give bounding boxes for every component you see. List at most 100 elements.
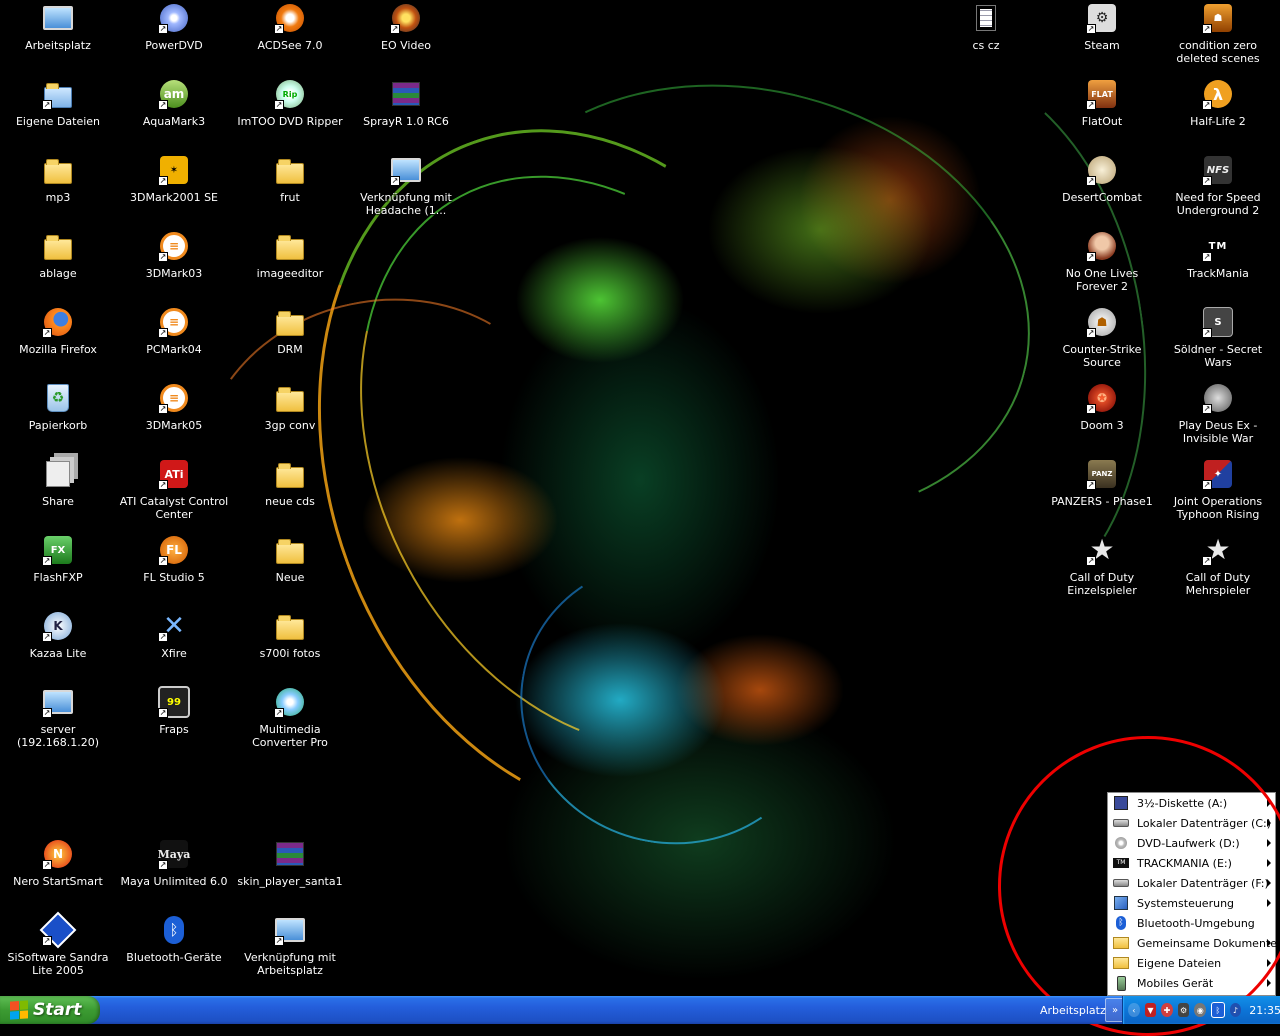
desktop-icon-flashfxp[interactable]: FX ↗ FlashFXP <box>0 534 116 584</box>
desktop-icon-nolf2[interactable]: ↗ No One Lives Forever 2 <box>1044 230 1160 293</box>
computer-shortcut-icon: ↗ <box>390 154 422 186</box>
desktop-icon-eigene-dateien[interactable]: ↗ Eigene Dateien <box>0 78 116 128</box>
desktop-icon-verknuepfung-arbeitsplatz[interactable]: ↗ Verknüpfung mit Arbeitsplatz <box>232 914 348 977</box>
volume-icon[interactable]: ♪ <box>1229 1003 1242 1017</box>
desktop-icon-drm[interactable]: DRM <box>232 306 348 356</box>
documents-folder-icon: ↗ <box>42 78 74 110</box>
desktop-icon-bluetooth-geraete[interactable]: ᛒ Bluetooth-Geräte <box>116 914 232 964</box>
desktop-icon-sprayr[interactable]: SprayR 1.0 RC6 <box>348 78 464 128</box>
desktop-icon-fl-studio[interactable]: FL ↗ FL Studio 5 <box>116 534 232 584</box>
menu-item-gemeinsame-dokumente[interactable]: Gemeinsame Dokumente <box>1108 933 1277 953</box>
desktop-icon-ablage[interactable]: ablage <box>0 230 116 280</box>
desktop-icon-nfs-underground-2[interactable]: NFS ↗ Need for Speed Underground 2 <box>1160 154 1276 217</box>
menu-item-trackmania-e[interactable]: TM TRACKMANIA (E:) <box>1108 853 1275 873</box>
desktop-icon-3gp-conv[interactable]: 3gp conv <box>232 382 348 432</box>
desktop-icon-joint-operations[interactable]: ✦ ↗ Joint Operations Typhoon Rising <box>1160 458 1276 521</box>
submenu-arrow-icon <box>1267 959 1271 967</box>
desktop-icon-deus-ex[interactable]: ↗ Play Deus Ex - Invisible War <box>1160 382 1276 445</box>
desktop-icon-fraps[interactable]: 99 ↗ Fraps <box>116 686 232 736</box>
winrar-icon <box>274 838 306 870</box>
steam-tray-icon[interactable]: ⚙ <box>1177 1003 1190 1017</box>
desktop-icon-3dmark05[interactable]: ≡ ↗ 3DMark05 <box>116 382 232 432</box>
desktop-icon-3dmark03[interactable]: ≡ ↗ 3DMark03 <box>116 230 232 280</box>
folder-icon <box>42 230 74 262</box>
bluetooth-icon: ᛒ <box>1113 916 1129 930</box>
desktop-icon-nero[interactable]: N ↗ Nero StartSmart <box>0 838 116 888</box>
desktop-icon-neue-cds[interactable]: neue cds <box>232 458 348 508</box>
clock[interactable]: 21:35 <box>1249 1004 1280 1017</box>
desktop-icon-cs-cz[interactable]: cs cz <box>928 2 1044 52</box>
desktop-icon-share[interactable]: Share <box>0 458 116 508</box>
desktop-icon-verknuepfung-headache[interactable]: ↗ Verknüpfung mit Headache (1... <box>348 154 464 217</box>
desktop-icon-skin-player[interactable]: skin_player_santa1 <box>232 838 348 888</box>
counter-strike-icon: ☗ ↗ <box>1202 2 1234 34</box>
firefox-icon: ↗ <box>42 306 74 338</box>
menu-item-mobiles-geraet[interactable]: Mobiles Gerät <box>1108 973 1275 993</box>
desktop-icon-pcmark04[interactable]: ≡ ↗ PCMark04 <box>116 306 232 356</box>
desktop-icon-arbeitsplatz[interactable]: Arbeitsplatz <box>0 2 116 52</box>
desktop-icon-ati-catalyst[interactable]: ATi ↗ ATI Catalyst Control Center <box>116 458 232 521</box>
desktop-icon-desertcombat[interactable]: ↗ DesertCombat <box>1044 154 1160 204</box>
desktop-icon-eo-video[interactable]: ↗ EO Video <box>348 2 464 52</box>
desktop-icon-frut[interactable]: frut <box>232 154 348 204</box>
hard-drive-icon <box>1113 816 1129 830</box>
network-icon[interactable]: ◉ <box>1194 1003 1207 1017</box>
desktop-icon-cod-einzelspieler[interactable]: ★ ↗ Call of Duty Einzelspieler <box>1044 534 1160 598</box>
desktop-icon-papierkorb[interactable]: ♻ Papierkorb <box>0 382 116 432</box>
flashfxp-icon: FX ↗ <box>42 534 74 566</box>
desktop-icon-aquamark[interactable]: am ↗ AquaMark3 <box>116 78 232 128</box>
half-life-icon: λ ↗ <box>1202 78 1234 110</box>
menu-item-bluetooth-umgebung[interactable]: ᛒ Bluetooth-Umgebung <box>1108 913 1275 933</box>
powerdvd-icon: ↗ <box>158 2 190 34</box>
menu-item-drive-f[interactable]: Lokaler Datenträger (F:) <box>1108 873 1275 893</box>
desktop-icon-kazaa[interactable]: K ↗ Kazaa Lite <box>0 610 116 660</box>
menu-item-systemsteuerung[interactable]: Systemsteuerung <box>1108 893 1275 913</box>
bluetooth-tray-icon[interactable]: ᛒ <box>1211 1002 1225 1018</box>
hard-drive-icon <box>1113 876 1129 890</box>
security-shield-icon[interactable]: ▼ <box>1144 1003 1157 1017</box>
desktop-icon-counter-strike-source[interactable]: ☗ ↗ Counter-Strike Source <box>1044 306 1160 369</box>
maya-icon: Maya ↗ <box>158 838 190 870</box>
desktop-icon-cod-mehrspieler[interactable]: ★ ↗ Call of Duty Mehrspieler <box>1160 534 1276 598</box>
desktop-icon-flatout[interactable]: FLAT ↗ FlatOut <box>1044 78 1160 128</box>
submenu-arrow-icon <box>1267 879 1271 887</box>
desktop-icon-multimedia-converter[interactable]: ↗ Multimedia Converter Pro <box>232 686 348 749</box>
desktop-icon-trackmania[interactable]: TM ↗ TrackMania <box>1160 230 1276 281</box>
desktop-icon-sandra[interactable]: ↗ SiSoftware Sandra Lite 2005 <box>0 911 116 977</box>
desktop-icon-firefox[interactable]: ↗ Mozilla Firefox <box>0 306 116 356</box>
desktop-icon-server[interactable]: ↗ server (192.168.1.20) <box>0 686 116 749</box>
desktop-icon-half-life-2[interactable]: λ ↗ Half-Life 2 <box>1160 78 1276 128</box>
tray-expand-icon[interactable]: ‹ <box>1128 1003 1140 1017</box>
network-computer-icon: ↗ <box>42 686 74 718</box>
start-button[interactable]: Start <box>0 996 100 1024</box>
desktop-icon-condition-zero[interactable]: ☗ ↗ condition zero deleted scenes <box>1160 2 1276 65</box>
submenu-arrow-icon <box>1267 799 1271 807</box>
desktop-icon-xfire[interactable]: ✕ ↗ Xfire <box>116 610 232 660</box>
desktop-icon-3dmark2001[interactable]: ✶ ↗ 3DMark2001 SE <box>116 154 232 204</box>
menu-item-floppy-a[interactable]: 3½-Diskette (A:) <box>1108 793 1275 813</box>
desktop-icon-panzers[interactable]: PANZ ↗ PANZERS - Phase1 <box>1044 458 1160 508</box>
taskbar: Start Arbeitsplatz » ‹ ▼ ✚ ⚙ ◉ ᛒ ♪ 21:35 <box>0 996 1280 1024</box>
desktop-icon-powerdvd[interactable]: ↗ PowerDVD <box>116 2 232 52</box>
panzers-icon: PANZ ↗ <box>1086 458 1118 490</box>
desktop-icon-steam[interactable]: ⚙ ↗ Steam <box>1044 2 1160 52</box>
desktop-icon-acdsee[interactable]: ↗ ACDSee 7.0 <box>232 2 348 52</box>
dvd-ripper-icon: Rip ↗ <box>274 78 306 110</box>
desktop-icon-imtoo-dvd-ripper[interactable]: Rip ↗ ImTOO DVD Ripper <box>232 78 348 128</box>
desktop-icon-maya[interactable]: Maya ↗ Maya Unlimited 6.0 <box>116 838 232 888</box>
desktop-icon-doom3[interactable]: ✪ ↗ Doom 3 <box>1044 382 1160 432</box>
submenu-arrow-icon <box>1267 899 1271 907</box>
arbeitsplatz-toolbar[interactable]: Arbeitsplatz <box>1040 996 1106 1024</box>
desktop-icon-s700i-fotos[interactable]: s700i fotos <box>232 610 348 660</box>
menu-item-drive-c[interactable]: Lokaler Datenträger (C:) <box>1108 813 1275 833</box>
menu-item-dvd-d[interactable]: DVD-Laufwerk (D:) <box>1108 833 1275 853</box>
desktop-icon-mp3[interactable]: mp3 <box>0 154 116 204</box>
computer-shortcut-icon: ↗ <box>274 914 306 946</box>
desktop-icon-soeldner[interactable]: S ↗ Söldner - Secret Wars <box>1160 306 1276 369</box>
desktop-icon-neue[interactable]: Neue <box>232 534 348 584</box>
menu-item-eigene-dateien[interactable]: Eigene Dateien <box>1108 953 1275 973</box>
desktop-icon-imageeditor[interactable]: imageeditor <box>232 230 348 280</box>
antivirus-icon[interactable]: ✚ <box>1161 1003 1173 1017</box>
mobile-device-icon <box>1113 975 1129 991</box>
shared-folder-icon <box>1113 936 1129 950</box>
